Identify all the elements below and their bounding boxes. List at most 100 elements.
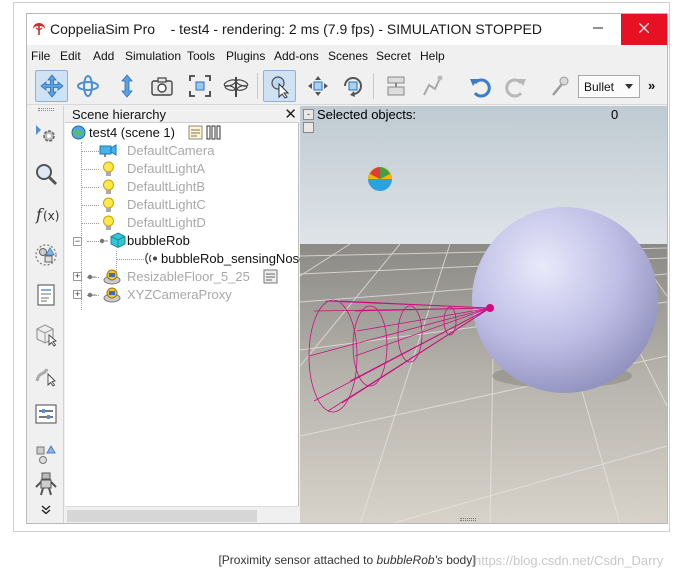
tree-guide-line: [87, 241, 99, 242]
hierarchy-item-label: DefaultLightC: [127, 197, 206, 212]
menu-help[interactable]: Help: [420, 49, 445, 63]
tree-guide-line: [81, 142, 82, 310]
models-icon: [36, 444, 56, 464]
scene-name: test4 (scene 1): [89, 125, 175, 140]
proximity-sensor-icon: [145, 252, 157, 265]
model-browser-button[interactable]: [30, 439, 61, 469]
minimize-button[interactable]: [575, 14, 621, 45]
camera-shift-button[interactable]: [110, 70, 143, 102]
coppeliasim-logo-icon: [33, 23, 45, 35]
hierarchy-item-label: XYZCameraProxy: [127, 287, 232, 302]
menu-scenes[interactable]: Scenes: [328, 49, 368, 63]
scene-3d-viewport[interactable]: - Selected objects: 0: [300, 106, 667, 524]
path-edit-button[interactable]: [30, 359, 61, 389]
viewport-resize-grip[interactable]: [460, 518, 476, 521]
hierarchy-item-bubblerob[interactable]: bubbleRob: [99, 232, 289, 250]
light-icon: [103, 215, 114, 230]
camera-icon: [99, 144, 117, 157]
menu-plugins[interactable]: Plugins: [226, 49, 265, 63]
watermark: https://blog.csdn.net/Csdn_Darry: [474, 553, 664, 568]
redo-button[interactable]: [499, 70, 532, 102]
physics-engine-select[interactable]: Bullet: [578, 75, 640, 98]
hierarchy-horizontal-scrollbar[interactable]: [65, 506, 299, 523]
menu-edit[interactable]: Edit: [60, 49, 81, 63]
close-icon: [638, 22, 650, 34]
camera-snapshot-button[interactable]: [145, 70, 178, 102]
hierarchy-item-defaultcamera[interactable]: DefaultCamera: [99, 142, 289, 160]
hierarchy-item-resizablefloor[interactable]: ResizableFloor_5_25: [87, 268, 297, 286]
pan-arrows-icon: [39, 74, 64, 98]
script-icon: [188, 125, 203, 140]
hierarchy-item-defaultlighta[interactable]: DefaultLightA: [99, 160, 289, 178]
hierarchy-item-xyzcameraproxy[interactable]: XYZCameraProxy: [87, 286, 297, 304]
hierarchy-item-label: ResizableFloor_5_25: [127, 269, 250, 284]
fly-mode-button[interactable]: [219, 70, 252, 102]
collapse-toggle-bubblerob[interactable]: −: [73, 237, 82, 246]
dynamics-toggle-button[interactable]: [543, 70, 576, 102]
collections-button[interactable]: [30, 240, 61, 270]
toolbar-grip: [38, 108, 54, 111]
menu-add-ons[interactable]: Add-ons: [274, 49, 319, 63]
scene-hierarchy-panel: Scene hierarchy ✕ test4 (scene 1) Defaul…: [65, 105, 306, 523]
menu-add[interactable]: Add: [93, 49, 114, 63]
move-object-icon: [307, 76, 328, 96]
undo-button[interactable]: [463, 70, 496, 102]
dynamics-indicator-icon: [368, 167, 392, 191]
hierarchy-item-defaultlightb[interactable]: DefaultLightB: [99, 178, 289, 196]
tree-guide-line: [82, 151, 99, 152]
tree-guide-line: [82, 205, 99, 206]
selected-objects-count: 0: [611, 107, 619, 122]
double-chevron-down-icon: [41, 505, 50, 515]
robot-model-button[interactable]: [30, 469, 61, 499]
scene-render[interactable]: [300, 106, 667, 524]
script-icon: [263, 269, 278, 284]
click-select-button[interactable]: [263, 70, 296, 102]
scrollbar-thumb[interactable]: [67, 510, 257, 522]
model-icon: [103, 269, 121, 285]
sensor-origin: [486, 304, 494, 312]
hierarchy-item-bubblerob-sensingnose[interactable]: bubbleRob_sensingNose: [144, 250, 306, 268]
menu-secret[interactable]: Secret: [376, 49, 411, 63]
bubblerob-body-sphere[interactable]: [472, 207, 658, 393]
object-rotate-button[interactable]: [336, 70, 369, 102]
left-toolbar-more-button[interactable]: [30, 501, 61, 519]
transfer-dna-button[interactable]: [415, 70, 448, 102]
shapes-collection-icon: [34, 244, 57, 266]
viewport-minimize-button[interactable]: -: [303, 109, 314, 120]
toolbar-overflow-button[interactable]: »: [648, 78, 655, 93]
viewport-maximize-button[interactable]: [303, 122, 314, 133]
hierarchy-item-defaultlightc[interactable]: DefaultLightC: [99, 196, 289, 214]
expand-toggle-resizablefloor[interactable]: +: [73, 272, 82, 281]
menu-file[interactable]: File: [31, 49, 50, 63]
menu-simulation[interactable]: Simulation: [125, 49, 181, 63]
scene-root-row[interactable]: test4 (scene 1): [69, 124, 299, 142]
redo-icon: [504, 78, 526, 98]
dragonfly-icon: [223, 77, 248, 97]
select-cursor-icon: [270, 76, 289, 99]
calculation-modules-button[interactable]: [30, 159, 61, 189]
app-window: CoppeliaSim Pro - test4 - rendering: 2 m…: [26, 13, 668, 524]
camera-rotate-button[interactable]: [71, 70, 104, 102]
tree-guide-line: [82, 223, 99, 224]
expand-toggle-xyzcameraproxy[interactable]: +: [73, 290, 82, 299]
tree-guide-line: [82, 169, 99, 170]
user-settings-button[interactable]: [30, 399, 61, 429]
camera-icon: [150, 77, 173, 96]
camera-pan-button[interactable]: [35, 70, 68, 102]
shape-edit-button[interactable]: [30, 319, 61, 349]
path-edit-icon: [35, 368, 56, 387]
wrench-icon: [551, 76, 568, 96]
close-button[interactable]: [621, 14, 667, 45]
menu-tools[interactable]: Tools: [187, 49, 215, 63]
chevron-down-icon: [625, 84, 633, 89]
hierarchy-item-defaultlightd[interactable]: DefaultLightD: [99, 214, 289, 232]
scene-object-properties-button[interactable]: [30, 118, 61, 148]
object-shift-button[interactable]: [301, 70, 334, 102]
fit-view-icon: [188, 75, 211, 97]
functions-button[interactable]: f (x): [30, 199, 61, 229]
scripts-button[interactable]: [30, 280, 61, 310]
fit-to-view-button[interactable]: [183, 70, 216, 102]
scene-hierarchy-close-button[interactable]: ✕: [284, 105, 297, 123]
rotate-view-icon: [76, 75, 99, 97]
assemble-button[interactable]: [379, 70, 412, 102]
